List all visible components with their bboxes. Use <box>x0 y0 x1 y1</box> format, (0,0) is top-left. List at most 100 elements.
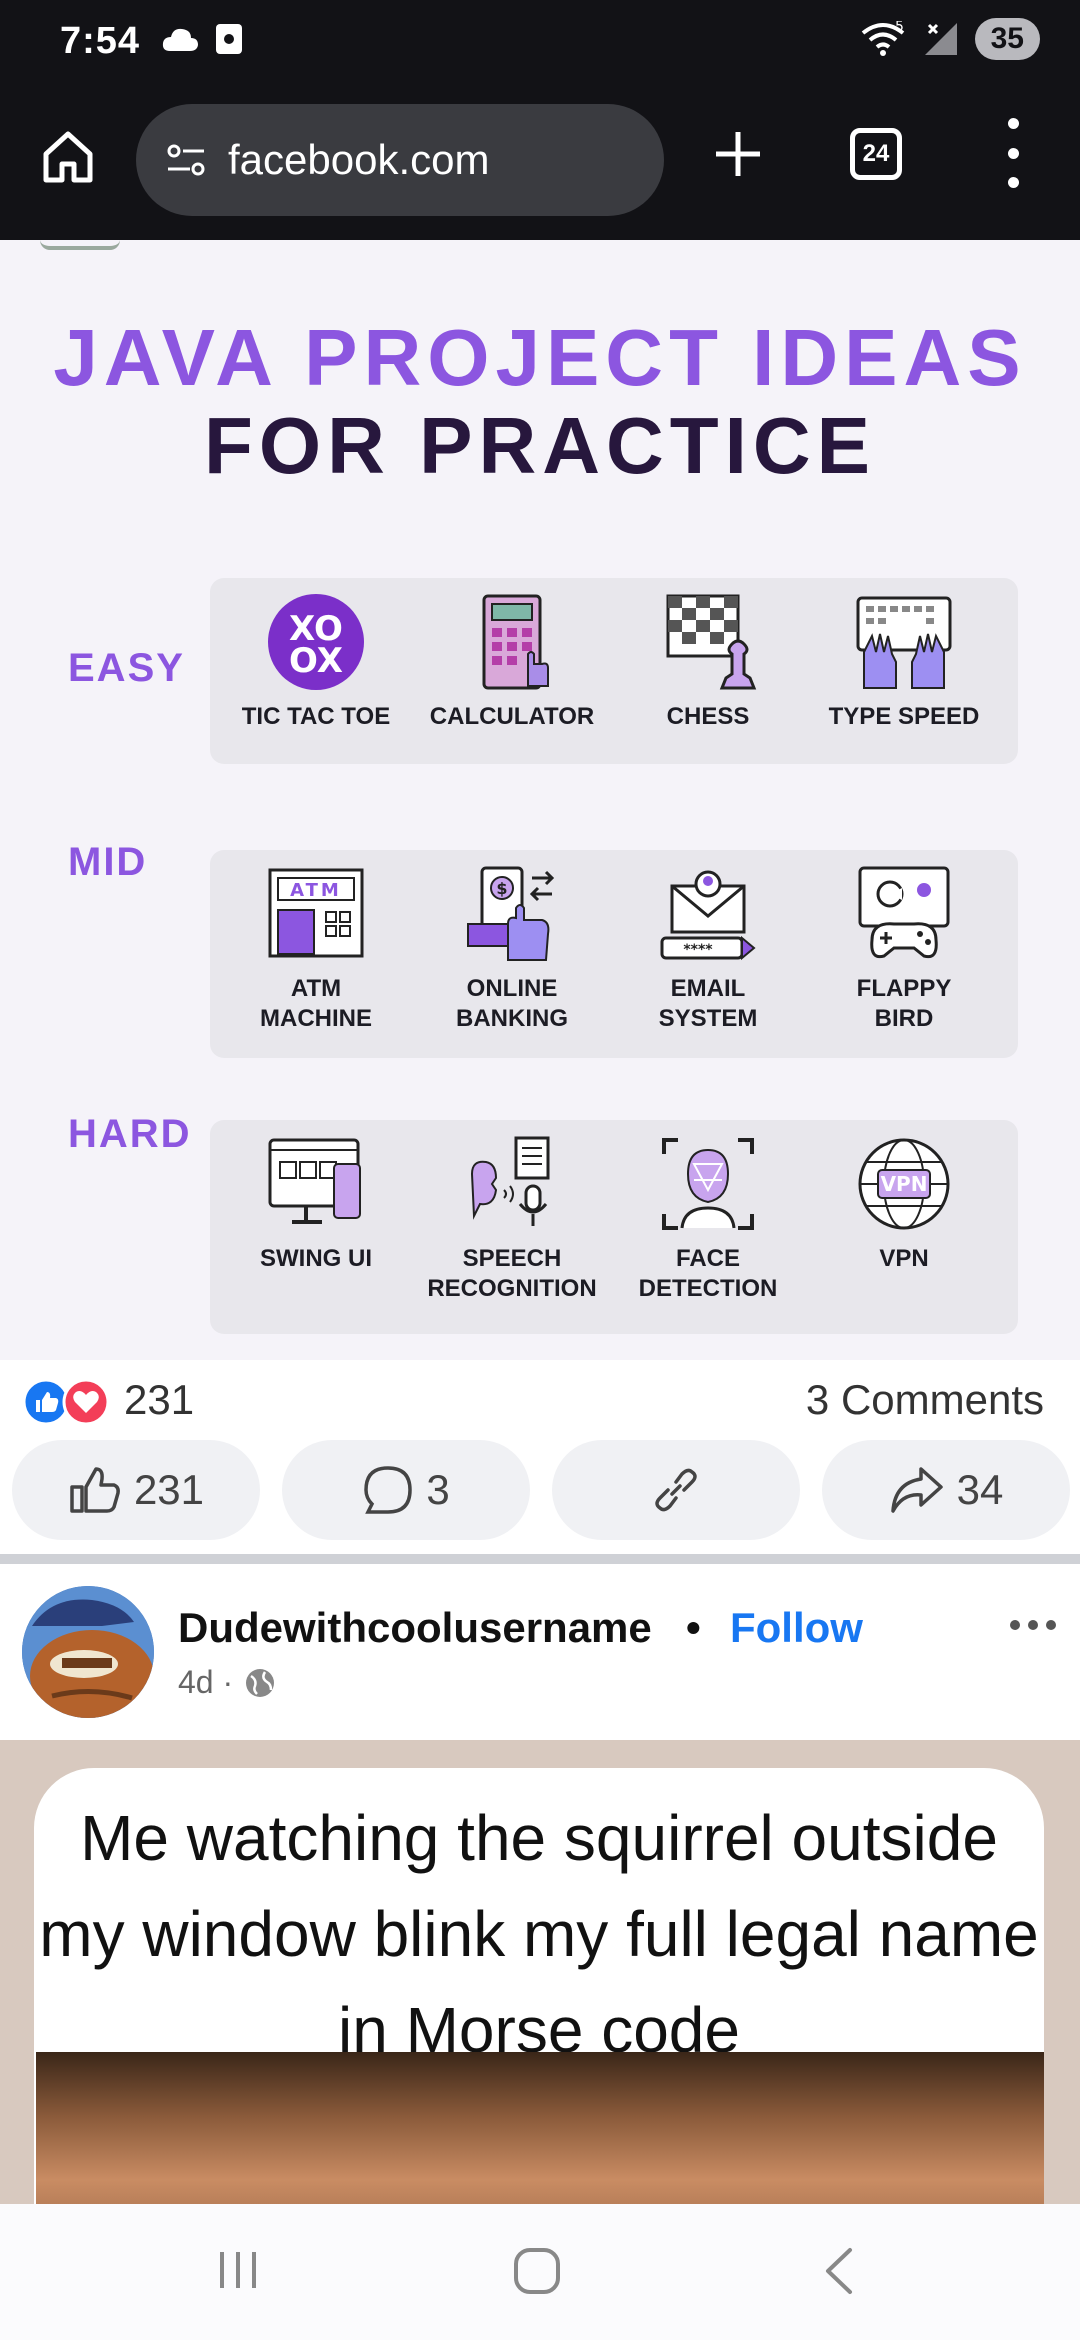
speech-icon <box>470 1136 550 1226</box>
level-row-hard: SWING UI SPEECH RECOGNITION FACE DETECTI… <box>210 1120 1018 1334</box>
project-label: FLAPPY BIRD <box>856 975 952 1032</box>
status-notification-icons <box>160 22 244 56</box>
project-tic-tac-toe: XO OX TIC TAC TOE <box>218 592 414 750</box>
email-icon: **** <box>660 870 756 961</box>
project-email-system: **** EMAIL SYSTEM <box>610 864 806 1044</box>
level-row-easy: XO OX TIC TAC TOE CALCULATOR CHESS TYPE … <box>210 578 1018 764</box>
post-divider <box>0 1554 1080 1564</box>
svg-text:OX: OX <box>289 641 343 681</box>
system-navigation-bar <box>0 2204 1080 2340</box>
like-button[interactable]: 231 <box>12 1440 260 1540</box>
follow-button[interactable]: Follow <box>730 1604 863 1652</box>
like-count: 231 <box>133 1466 205 1513</box>
wifi-icon: 5 <box>861 21 904 56</box>
vpn-globe-icon: VPN <box>858 1138 950 1230</box>
post-timestamp[interactable]: 4d · <box>178 1664 277 1701</box>
project-label: EMAIL SYSTEM <box>658 975 758 1032</box>
project-label: TYPE SPEED <box>828 703 980 730</box>
status-system-icons: 5 35 <box>859 18 1040 60</box>
project-type-speed: TYPE SPEED <box>806 592 1002 750</box>
home-icon[interactable] <box>38 126 98 186</box>
project-atm-machine: ATM ATM MACHINE <box>218 864 414 1044</box>
level-label-hard: HARD <box>68 1112 192 1156</box>
avatar-image <box>22 1586 154 1718</box>
level-label-easy: EASY <box>68 646 185 690</box>
reaction-summary: 231 3 Comments <box>0 1360 1080 1440</box>
chess-icon <box>666 594 757 690</box>
project-vpn: VPN VPN <box>806 1134 1002 1320</box>
avatar[interactable] <box>22 1586 154 1718</box>
calculator-icon <box>482 594 549 690</box>
comment-icon <box>364 1466 413 1514</box>
meme-caption: Me watching the squirrel outside my wind… <box>39 1802 1039 2066</box>
status-time: 7:54 <box>60 20 141 62</box>
post-image[interactable]: Me watching the squirrel outside my wind… <box>0 1740 1080 2204</box>
back-icon[interactable] <box>818 2246 862 2296</box>
project-label: TIC TAC TOE <box>241 703 391 730</box>
url-text: facebook.com <box>228 136 490 183</box>
status-bar: 7:54 5 35 <box>0 0 1080 88</box>
post-header: Dudewithcoolusername • Follow 4d · <box>0 1564 1080 1744</box>
comment-button[interactable]: 3 <box>282 1440 530 1540</box>
project-label: VPN <box>879 1245 929 1272</box>
game-controller-icon <box>858 866 950 959</box>
new-tab-icon[interactable] <box>710 126 766 182</box>
project-label: ATM MACHINE <box>260 975 372 1032</box>
separator-dot: • <box>686 1604 701 1651</box>
keyboard-icon <box>856 596 952 689</box>
comment-count: 3 <box>426 1466 450 1513</box>
author-name[interactable]: Dudewithcoolusername <box>178 1604 652 1652</box>
browser-toolbar: facebook.com 24 <box>0 88 1080 240</box>
reaction-icons[interactable] <box>22 1378 110 1426</box>
globe-icon <box>246 1668 275 1697</box>
level-label-mid: MID <box>68 840 148 884</box>
atm-icon: ATM <box>268 868 364 958</box>
love-reaction-icon <box>62 1378 110 1426</box>
vpn-badge-text: VPN <box>881 1172 928 1196</box>
address-bar[interactable]: facebook.com <box>136 104 664 216</box>
meme-photo <box>36 2052 1044 2204</box>
project-speech-recognition: SPEECH RECOGNITION <box>414 1134 610 1320</box>
post-image-infographic[interactable]: JAVA PROJECT IDEAS FOR PRACTICE EASY XO … <box>0 240 1080 1360</box>
online-banking-icon: $ <box>467 866 555 961</box>
site-settings-icon[interactable] <box>166 142 206 178</box>
tab-switcher-button[interactable]: 24 <box>850 128 902 180</box>
comments-count[interactable]: 3 Comments <box>806 1376 1044 1424</box>
battery-indicator: 35 <box>974 18 1040 60</box>
infographic-title: JAVA PROJECT IDEAS <box>53 313 1027 402</box>
reaction-count[interactable]: 231 <box>124 1376 194 1424</box>
project-face-detection: FACE DETECTION <box>610 1134 806 1320</box>
previous-avatar-edge <box>40 240 120 250</box>
thumbs-up-icon <box>70 1467 120 1513</box>
share-icon <box>890 1467 943 1513</box>
project-label: CHESS <box>666 703 750 730</box>
level-row-mid: ATM ATM MACHINE $ ONLINE BANKING **** EM… <box>210 850 1018 1058</box>
project-label: ONLINE BANKING <box>456 975 568 1032</box>
cloud-icon <box>162 28 198 51</box>
password-mask-text: **** <box>683 942 713 958</box>
link-icon <box>655 1468 697 1512</box>
project-calculator: CALCULATOR <box>414 592 610 750</box>
tic-tac-toe-icon: XO OX <box>268 594 364 690</box>
share-button[interactable]: 34 <box>822 1440 1070 1540</box>
project-label: SWING UI <box>260 1245 372 1272</box>
share-count: 34 <box>956 1466 1004 1513</box>
copy-link-button[interactable] <box>552 1440 800 1540</box>
project-online-banking: $ ONLINE BANKING <box>414 864 610 1044</box>
atm-sign-text: ATM <box>290 880 342 901</box>
project-label: FACE DETECTION <box>638 1245 778 1302</box>
project-label: SPEECH RECOGNITION <box>427 1245 597 1302</box>
infographic-subtitle: FOR PRACTICE <box>204 401 876 490</box>
project-flappy-bird: FLAPPY BIRD <box>806 864 1002 1044</box>
recent-apps-icon[interactable] <box>214 2246 262 2294</box>
wifi-badge: 5 <box>895 21 904 35</box>
more-options-icon[interactable] <box>1010 1620 1056 1630</box>
screenshot-icon <box>216 24 242 54</box>
home-nav-icon[interactable] <box>512 2246 562 2296</box>
face-scan-icon <box>662 1138 754 1230</box>
browser-menu-icon[interactable] <box>996 118 1030 188</box>
project-chess: CHESS <box>610 592 806 750</box>
post-actions: 231 3 34 <box>0 1440 1080 1540</box>
project-label: CALCULATOR <box>429 703 595 730</box>
signal-icon <box>924 23 957 55</box>
